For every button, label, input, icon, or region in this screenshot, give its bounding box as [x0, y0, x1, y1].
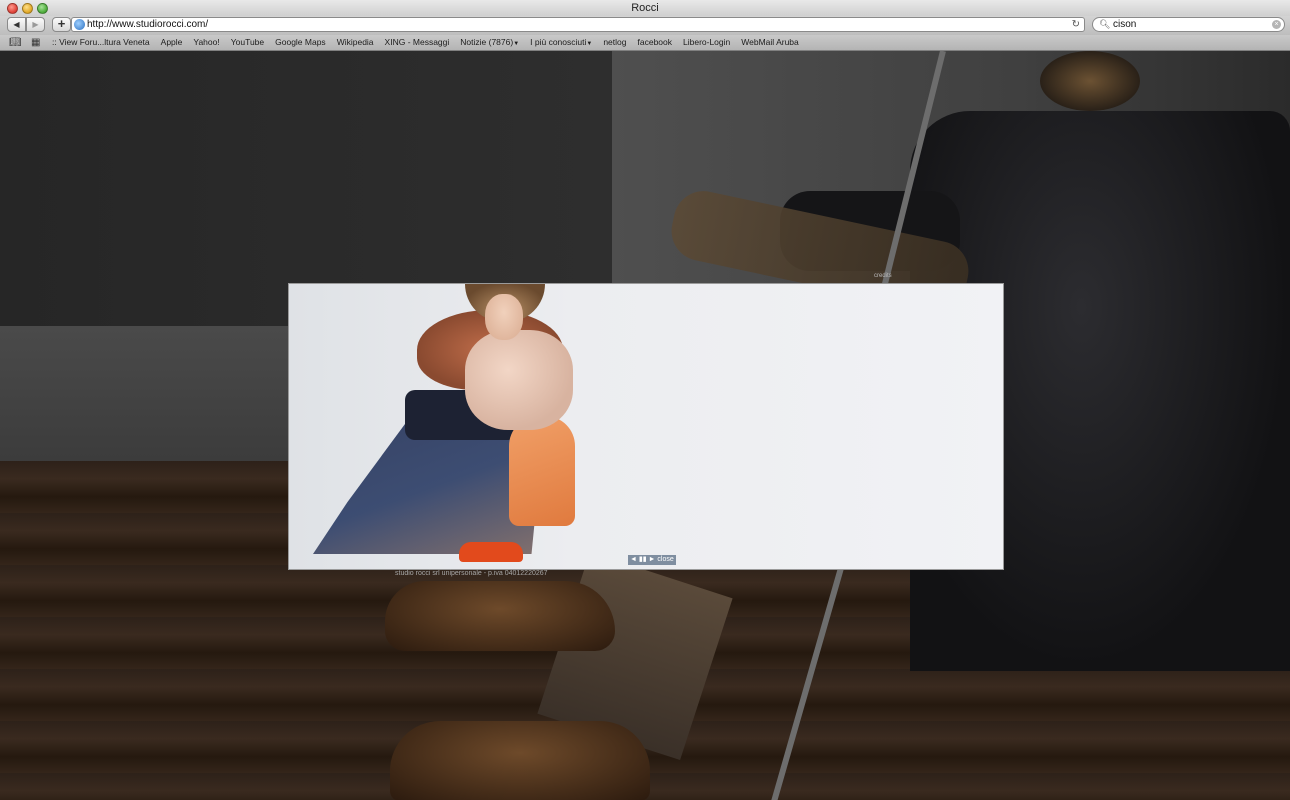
bookmark-item[interactable]: WebMail Aruba: [741, 35, 798, 52]
address-bar[interactable]: http://www.studiorocci.com/ ↻: [71, 17, 1085, 32]
back-button[interactable]: ◀: [7, 17, 26, 32]
photo-leg: [509, 416, 575, 526]
bookmark-item[interactable]: Libero-Login: [683, 35, 730, 52]
dropdown-arrow-icon: ▼: [513, 41, 520, 47]
credits-link[interactable]: credits: [874, 273, 892, 279]
zoom-window-button[interactable]: [37, 3, 48, 14]
bookmark-item[interactable]: XING - Messaggi: [385, 35, 450, 52]
web-page: credits ◄ ▮▮ ► close studio rocci srl un…: [0, 51, 1290, 800]
footer-company-info: studio rocci srl unipersonale - p.iva 04…: [395, 570, 548, 577]
clear-search-icon[interactable]: ×: [1272, 20, 1281, 29]
bookmarks-bar: 📖︎ ▦ :: View Foru...ltura Veneta Apple Y…: [0, 35, 1290, 51]
bookmark-item[interactable]: facebook: [638, 35, 673, 52]
window-titlebar: Rocci: [0, 0, 1290, 16]
globe-icon: [74, 19, 85, 30]
browser-toolbar: ◀ ▶ + http://www.studiorocci.com/ ↻ 🔍︎ c…: [0, 16, 1290, 35]
add-bookmark-button[interactable]: +: [52, 17, 71, 32]
forward-button[interactable]: ▶: [26, 17, 45, 32]
bg-hair: [1040, 51, 1140, 111]
window-title: Rocci: [631, 2, 659, 14]
top-sites-grid-icon[interactable]: ▦: [31, 37, 40, 48]
bg-shoe: [390, 721, 650, 800]
bookmark-item[interactable]: :: View Foru...ltura Veneta: [52, 35, 150, 52]
bookmark-item[interactable]: netlog: [603, 35, 626, 52]
back-arrow-icon: ◀: [13, 20, 20, 29]
slideshow-lightbox: ◄ ▮▮ ► close: [288, 283, 1004, 570]
bookmark-item[interactable]: Wikipedia: [337, 35, 374, 52]
photo-shoe: [459, 542, 523, 562]
bookmark-folder-label: Notizie (7876): [460, 37, 514, 47]
bg-shoe: [385, 581, 615, 651]
bookmark-folder-label: I più conosciuti: [530, 37, 587, 47]
bookmark-folder[interactable]: I più conosciuti▼: [530, 35, 592, 52]
bookmark-item[interactable]: Apple: [161, 35, 183, 52]
photo-arms: [465, 330, 573, 430]
search-icon[interactable]: 🔍︎: [1099, 18, 1110, 31]
bookmark-item[interactable]: YouTube: [231, 35, 264, 52]
minimize-window-button[interactable]: [22, 3, 33, 14]
reload-icon[interactable]: ↻: [1072, 18, 1080, 31]
forward-arrow-icon: ▶: [32, 20, 39, 29]
bookmark-list: :: View Foru...ltura Veneta Apple Yahoo!…: [52, 35, 810, 52]
address-input[interactable]: http://www.studiorocci.com/: [87, 18, 208, 31]
dropdown-arrow-icon: ▼: [586, 41, 593, 47]
search-input[interactable]: cison: [1113, 18, 1136, 31]
search-field[interactable]: 🔍︎ cison ×: [1092, 17, 1285, 32]
bookmark-item[interactable]: Yahoo!: [193, 35, 219, 52]
close-window-button[interactable]: [7, 3, 18, 14]
book-icon[interactable]: 📖︎: [9, 37, 22, 48]
photo-face: [485, 294, 523, 340]
bookmark-item[interactable]: Google Maps: [275, 35, 326, 52]
slideshow-controls[interactable]: ◄ ▮▮ ► close: [628, 555, 676, 565]
bookmark-folder[interactable]: Notizie (7876)▼: [460, 35, 519, 52]
